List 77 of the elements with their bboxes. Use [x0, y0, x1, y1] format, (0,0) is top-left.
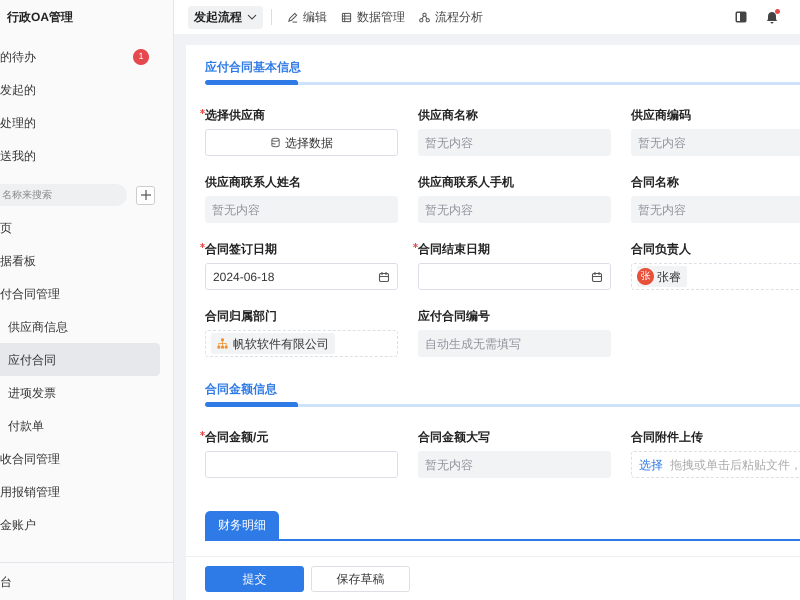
readonly-field: 暂无内容 — [631, 129, 800, 156]
sidebar-footer[interactable]: 台 — [0, 562, 173, 600]
field-label: 供应商联系人姓名 — [205, 174, 301, 191]
search-field[interactable]: 名称来搜索 — [0, 184, 127, 206]
save-draft-button[interactable]: 保存草稿 — [311, 566, 410, 592]
field-label: 合同金额/元 — [205, 429, 268, 446]
sidebar-item[interactable]: 页 — [0, 211, 160, 244]
required-asterisk-icon — [200, 243, 205, 248]
add-button[interactable] — [136, 186, 155, 204]
sidebar-item[interactable]: 付款单 — [0, 409, 160, 442]
toolbar-action[interactable]: 数据管理 — [341, 8, 405, 26]
field-label: 合同归属部门 — [205, 308, 277, 325]
required-asterisk-icon — [200, 431, 205, 436]
count-badge: 1 — [133, 48, 149, 64]
sidebar-item[interactable]: 金账户 — [0, 508, 160, 541]
chevron-down-icon — [247, 14, 257, 20]
calendar-icon — [378, 270, 390, 282]
pencil-icon — [287, 12, 298, 22]
sidebar-item[interactable]: 付合同管理 — [0, 277, 160, 310]
sidebar-item[interactable]: 用报销管理 — [0, 475, 160, 508]
readonly-field: 自动生成无需填写 — [418, 330, 611, 357]
sidebar-item[interactable]: 收合同管理 — [0, 442, 160, 475]
field-label: 合同附件上传 — [631, 429, 703, 446]
app-title: 行政OA管理 — [6, 8, 74, 26]
submit-button[interactable]: 提交 — [205, 566, 304, 592]
database-icon — [270, 137, 281, 148]
field-label: 供应商名称 — [418, 107, 478, 124]
flow-icon — [419, 12, 430, 22]
avatar: 张 — [637, 268, 654, 285]
calendar-icon — [591, 270, 603, 282]
field-label: 供应商联系人手机 — [418, 174, 514, 191]
required-asterisk-icon — [200, 109, 205, 114]
readonly-field: 暂无内容 — [205, 196, 398, 223]
amount-input-field[interactable] — [205, 451, 398, 478]
field-label: 供应商编码 — [631, 107, 691, 124]
sidebar-item[interactable]: 送我的 — [0, 146, 36, 164]
member-field[interactable]: 张 张睿 — [631, 263, 800, 290]
sidebar-toggle-icon[interactable] — [735, 11, 747, 23]
select-data-button[interactable]: 选择数据 — [205, 129, 398, 156]
sidebar-item[interactable]: 应付合同 — [0, 343, 160, 376]
plus-icon — [140, 190, 150, 200]
bell-icon[interactable] — [766, 10, 778, 24]
readonly-field: 暂无内容 — [418, 451, 611, 478]
sidebar-item[interactable]: 进项发票 — [0, 376, 160, 409]
upload-hint: 拖拽或单击后粘贴文件， — [670, 456, 800, 474]
table-icon — [341, 12, 352, 22]
readonly-field: 暂无内容 — [631, 196, 800, 223]
field-label: 合同名称 — [631, 174, 679, 191]
sidebar-item[interactable]: 处理的 — [0, 114, 36, 132]
required-asterisk-icon — [413, 243, 418, 248]
upload-field[interactable]: 选择 拖拽或单击后粘贴文件， — [631, 451, 800, 478]
start-flow-button[interactable]: 发起流程 — [188, 6, 263, 28]
sidebar-item[interactable]: 供应商信息 — [0, 310, 160, 343]
field-label: 合同金额大写 — [418, 429, 490, 446]
department-name: 帆软软件有限公司 — [233, 336, 329, 352]
toolbar-action[interactable]: 流程分析 — [419, 8, 483, 26]
date-field[interactable] — [418, 263, 611, 290]
field-label: 合同结束日期 — [418, 241, 490, 258]
org-chart-icon — [217, 338, 228, 349]
readonly-field: 暂无内容 — [418, 196, 611, 223]
section-title: 应付合同基本信息 — [205, 60, 301, 74]
date-value: 2024-06-18 — [213, 268, 274, 286]
field-label: 选择供应商 — [205, 107, 265, 124]
field-label: 合同负责人 — [631, 241, 691, 258]
sidebar-item[interactable]: 发起的 — [0, 80, 36, 98]
tab[interactable]: 财务明细 — [205, 511, 279, 539]
department-field[interactable]: 帆软软件有限公司 — [205, 330, 398, 357]
sidebar-item[interactable]: 据看板 — [0, 244, 160, 277]
member-name: 张睿 — [657, 268, 681, 286]
section-title: 合同金额信息 — [205, 382, 277, 396]
field-label: 应付合同编号 — [418, 308, 490, 325]
field-label: 合同签订日期 — [205, 241, 277, 258]
toolbar-action[interactable]: 编辑 — [287, 8, 327, 26]
readonly-field: 暂无内容 — [418, 129, 611, 156]
date-field[interactable]: 2024-06-18 — [205, 263, 398, 290]
sidebar-item[interactable]: 的待办 — [0, 48, 36, 66]
upload-link[interactable]: 选择 — [639, 456, 663, 474]
